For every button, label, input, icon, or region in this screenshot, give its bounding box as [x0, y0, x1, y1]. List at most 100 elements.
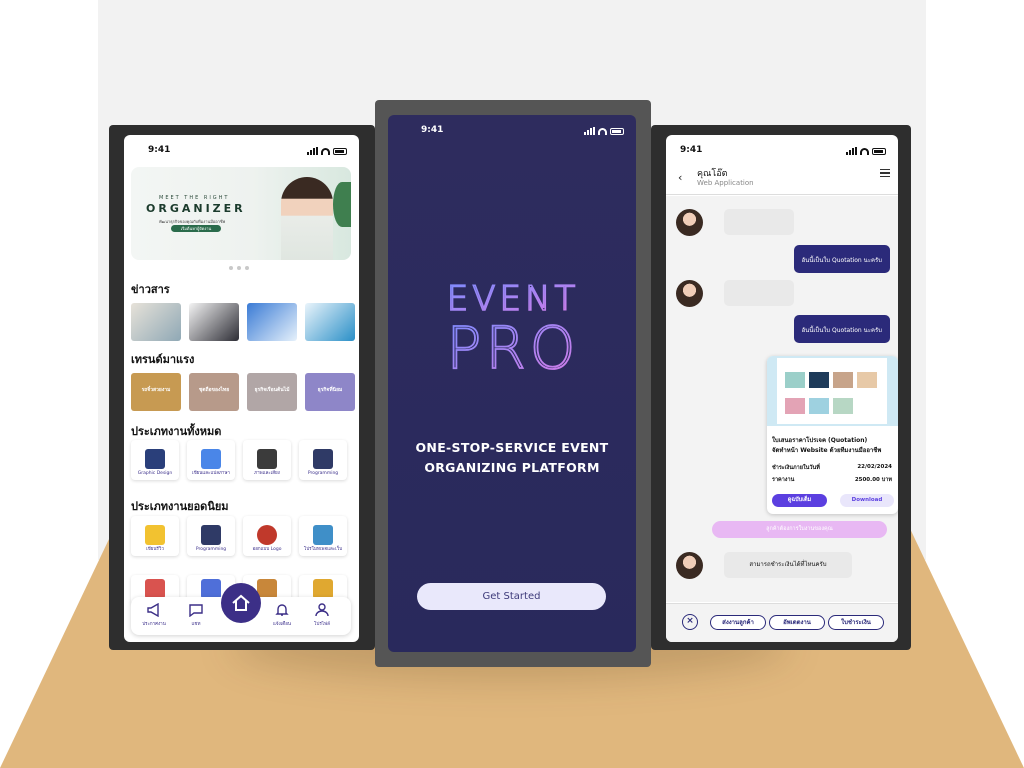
- home-button[interactable]: [221, 583, 261, 623]
- chat-body[interactable]: อันนี้เป็นใบ Quotation นะครับ อันนี้เป็น…: [666, 196, 898, 602]
- invoice-chip[interactable]: ใบชำระเงิน: [828, 615, 884, 630]
- quotation-title: ใบเสนอราคาโปรเจค (Quotation) จัดทำหน้า W…: [772, 436, 881, 456]
- download-button[interactable]: Download: [840, 494, 894, 507]
- news-list: [131, 303, 355, 341]
- tagline: ONE-STOP-SERVICE EVENT ORGANIZING PLATFO…: [388, 438, 636, 478]
- update-work-chip[interactable]: อัพเดตงาน: [769, 615, 825, 630]
- monitor-icon: [145, 449, 165, 470]
- avatar: [676, 280, 703, 307]
- news-title: ข่าวสาร: [131, 283, 170, 296]
- nav-announce[interactable]: ประกาศงาน: [139, 603, 169, 627]
- code-icon: [313, 449, 333, 470]
- category-label: Programming: [195, 547, 227, 553]
- get-started-button[interactable]: Get Started: [417, 583, 606, 610]
- nav-label: แจ้งเตือน: [273, 622, 291, 627]
- news-thumb[interactable]: [131, 303, 181, 341]
- outgoing-bubble: อันนี้เป็นใบ Quotation นะครับ: [793, 245, 890, 273]
- contact-role: Web Application: [697, 179, 754, 187]
- chat-screen: 9:41 ‹ คุณโอ๊ต Web Application อันนี้เป็…: [666, 135, 898, 642]
- trend-label: ธุรกิจเรือนต้นไม้: [254, 387, 290, 393]
- outgoing-bubble: อันนี้เป็นใบ Quotation นะครับ: [793, 315, 890, 343]
- status-time: 9:41: [680, 145, 703, 155]
- category-label: ภาพและเสียง: [254, 471, 280, 477]
- menu-icon[interactable]: [880, 169, 890, 177]
- signal-icon: [307, 147, 318, 155]
- banner-subtitle: พัฒนาธุรกิจของคุณกับทีมงานมืออาชีพ: [159, 219, 226, 224]
- popular-title: ประเภทงานยอดนิยม: [131, 500, 229, 513]
- incoming-bubble: [724, 280, 794, 306]
- news-thumb[interactable]: [247, 303, 297, 341]
- trend-label: รถจิ๋วสวยงาม: [141, 387, 171, 393]
- contact-name: คุณโอ๊ต: [697, 169, 728, 179]
- signal-icon: [846, 147, 857, 155]
- tagline-line2: ORGANIZING PLATFORM: [424, 460, 600, 475]
- signal-icon: [584, 127, 595, 135]
- incoming-bubble: [724, 209, 794, 235]
- category-programming[interactable]: Programming: [299, 440, 347, 480]
- chat-header: ‹ คุณโอ๊ต Web Application: [666, 157, 898, 195]
- battery-icon: [872, 147, 886, 155]
- banner-cta[interactable]: เริ่มต้นหาผู้จัดงาน: [171, 225, 221, 232]
- category-logo[interactable]: ออกแบบ Logo: [243, 516, 291, 556]
- trends-list: รถจิ๋วสวยงาม ชุดถือของไทย ธุรกิจเรือนต้น…: [131, 373, 355, 411]
- battery-icon: [333, 147, 347, 155]
- price-value: 2500.00 บาท: [854, 477, 892, 483]
- status-icons: [846, 147, 886, 155]
- all-categories-title: ประเภทงานทั้งหมด: [131, 425, 222, 438]
- nav-chat[interactable]: แชท: [181, 603, 211, 627]
- category-graphic-design[interactable]: Graphic Design: [131, 440, 179, 480]
- carousel-dots[interactable]: [229, 266, 249, 270]
- trend-card[interactable]: ธุรกิจที่นิยม: [305, 373, 355, 411]
- wifi-icon: [860, 147, 869, 155]
- category-writing[interactable]: เขียนและแปลภาษา: [187, 440, 235, 480]
- status-time: 9:41: [148, 145, 171, 155]
- splash-screen: 9:41 EVENT PRO ONE-STOP-SERVICE EVENT OR…: [388, 115, 636, 652]
- thumbs-up-icon: [145, 525, 165, 546]
- category-review[interactable]: เขียนรีวิว: [131, 516, 179, 556]
- user-icon: [315, 603, 329, 617]
- category-label: ออกแบบ Logo: [252, 547, 282, 553]
- banner-small-text: MEET THE RIGHT: [159, 195, 230, 201]
- category-audio-video[interactable]: ภาพและเสียง: [243, 440, 291, 480]
- logo-icon: [257, 525, 277, 546]
- trend-card[interactable]: รถจิ๋วสวยงาม: [131, 373, 181, 411]
- promo-banner[interactable]: MEET THE RIGHT ORGANIZER พัฒนาธุรกิจของค…: [131, 167, 351, 260]
- left-device-frame: 9:41 MEET THE RIGHT ORGANIZER พัฒนาธุรกิ…: [109, 125, 375, 650]
- send-work-chip[interactable]: ส่งงานลูกค้า: [710, 615, 766, 630]
- incoming-bubble: สามารถชำระเงินได้ที่ไหนครับ: [724, 552, 852, 578]
- news-thumb[interactable]: [305, 303, 355, 341]
- tools-icon: [313, 579, 333, 599]
- carousel-dot[interactable]: [237, 266, 241, 270]
- right-device-frame: 9:41 ‹ คุณโอ๊ต Web Application อันนี้เป็…: [651, 125, 911, 650]
- nav-label: แชท: [191, 622, 201, 627]
- megaphone-icon: [147, 603, 159, 617]
- battery-icon: [610, 127, 624, 135]
- nav-profile[interactable]: โปรไฟล์: [307, 603, 337, 627]
- category-label: เขียนรีวิว: [146, 547, 164, 553]
- status-icons: [307, 147, 347, 155]
- trend-card[interactable]: ธุรกิจเรือนต้นไม้: [247, 373, 297, 411]
- back-arrow-icon[interactable]: ‹: [678, 171, 682, 184]
- nav-notifications[interactable]: แจ้งเตือน: [267, 603, 297, 627]
- quotation-title-line1: ใบเสนอราคาโปรเจค (Quotation): [772, 437, 868, 444]
- eventpro-logo: EVENT PRO: [446, 280, 577, 375]
- view-full-button[interactable]: ดูฉบับเต็ม: [772, 494, 827, 507]
- news-thumb[interactable]: [189, 303, 239, 341]
- close-icon[interactable]: ×: [682, 614, 698, 630]
- carousel-dot[interactable]: [245, 266, 249, 270]
- megaphone-icon: [313, 525, 333, 546]
- trend-card[interactable]: ชุดถือของไทย: [189, 373, 239, 411]
- carousel-dot[interactable]: [229, 266, 233, 270]
- banner-plant-image: [333, 182, 351, 227]
- wifi-icon: [321, 147, 330, 155]
- category-promote[interactable]: โปรโมทเพจและเว็บ: [299, 516, 347, 556]
- client-request-notice[interactable]: ลูกค้าต้องการใบงานของคุณ: [712, 521, 887, 538]
- wifi-icon: [598, 127, 607, 135]
- quotation-title-line2: จัดทำหน้า Website ด้วยทีมงานมืออาชีพ: [772, 447, 882, 454]
- quotation-card[interactable]: ใบเสนอราคาโปรเจค (Quotation) จัดทำหน้า W…: [767, 356, 898, 514]
- bottom-nav: ประกาศงาน แชท แจ้งเตือน โปรไฟล์: [131, 583, 351, 635]
- quotation-preview-image: [767, 356, 898, 426]
- due-label: ชำระเงินภายในวันที่: [772, 465, 820, 471]
- category-programming-popular[interactable]: Programming: [187, 516, 235, 556]
- trend-label: ชุดถือของไทย: [198, 387, 230, 393]
